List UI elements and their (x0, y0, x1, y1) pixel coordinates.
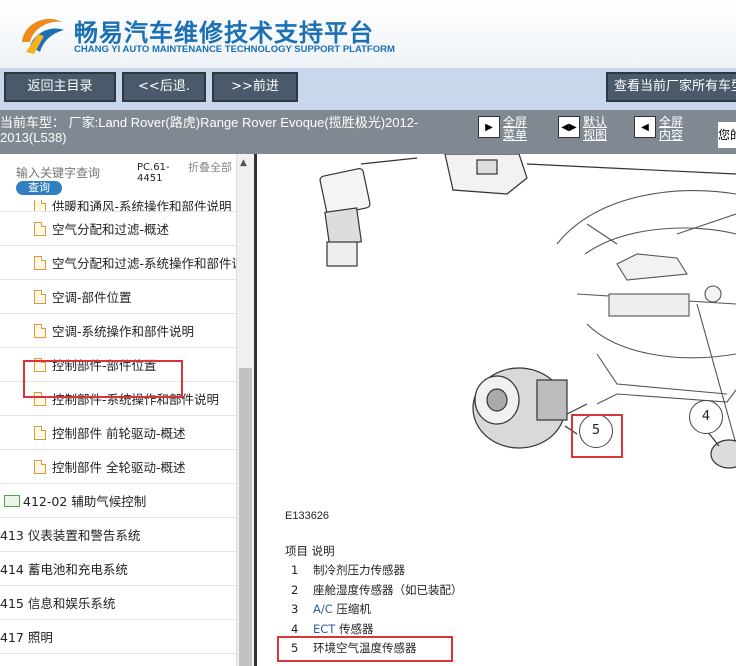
component-location-illustration (319, 154, 736, 469)
forward-button[interactable]: >>前进 (212, 72, 298, 102)
legend-header: 项目 说明 (285, 544, 335, 558)
document-icon (34, 289, 46, 304)
default-view-label: 默认视图 (583, 115, 608, 142)
document-icon (34, 200, 46, 211)
nav-toolbar: 返回主目录 <<后退. >>前进 查看当前厂家所有车型 (0, 68, 736, 110)
tree-item-label: 417 照明 (0, 630, 53, 645)
tree-item[interactable]: 空气分配和过滤-系统操作和部件说明 (0, 246, 236, 280)
tree-item[interactable]: 空气分配和过滤-概述 (0, 212, 236, 246)
tree-item-label: 412-02 辅助气候控制 (23, 494, 147, 509)
compressor-drawing (472, 367, 578, 449)
split-view-icon: ◀▶ (558, 116, 580, 138)
legend-text: 座舱湿度传感器（如已装配） (313, 582, 463, 597)
tree-item[interactable]: 414 蓄电池和充电系统 (0, 552, 236, 586)
tree-item[interactable]: 空调-系统操作和部件说明 (0, 314, 236, 348)
tree-item[interactable]: 415 信息和娱乐系统 (0, 586, 236, 620)
legend-prefix: A/C (313, 602, 333, 616)
callout-4: 4 (689, 400, 723, 434)
document-icon (34, 221, 46, 236)
legend-highlight-box (277, 636, 453, 662)
current-vehicle: 当前车型： 厂家:Land Rover(路虎)Range Rover Evoqu… (0, 115, 419, 145)
expand-right-icon: ▶ (478, 116, 500, 138)
document-icon (34, 323, 46, 338)
collapse-all-button[interactable]: 折叠全部 (188, 162, 234, 173)
folder-icon (4, 494, 20, 507)
figure-id: E133626 (285, 510, 330, 522)
tree-item-label: 414 蓄电池和充电系统 (0, 562, 128, 577)
platform-subtitle: CHANG YI AUTO MAINTENANCE TECHNOLOGY SUP… (74, 44, 395, 55)
tree-item-label: 控制部件 前轮驱动-概述 (52, 426, 186, 441)
tree-item[interactable]: 417 照明 (0, 620, 236, 654)
tree-item[interactable]: 控制部件 前轮驱动-概述 (0, 416, 236, 450)
tree-item[interactable]: 供暖和通风-系统操作和部件说明 (0, 200, 236, 212)
tree-item-label: 415 信息和娱乐系统 (0, 596, 116, 611)
document-icon (34, 459, 46, 474)
humidity-sensor-drawing (444, 154, 736, 195)
sidebar: 查询 PC.61-4451 折叠全部 供暖和通风-系统操作和部件说明空气分配和过… (0, 154, 254, 666)
tree-item-label: 空气分配和过滤-系统操作和部件说明 (52, 256, 236, 271)
search-row: 查询 PC.61-4451 折叠全部 (0, 154, 236, 200)
search-button[interactable]: 查询 (16, 181, 62, 195)
tree-item-label: 空调-系统操作和部件说明 (52, 324, 195, 339)
tree-item[interactable]: 空调-部件位置 (0, 280, 236, 314)
back-button[interactable]: <<后退. (122, 72, 206, 102)
legend-row: 4 ECT 传感器 (291, 621, 373, 637)
legend-number: 4 (291, 621, 299, 636)
pressure-sensor-drawing (319, 157, 418, 267)
default-view-button[interactable]: ◀▶ 默认视图 (558, 116, 613, 142)
legend-number: 1 (291, 563, 299, 577)
legend-row: 3 A/C 压缩机 (291, 601, 371, 617)
legend-text: 压缩机 (332, 602, 371, 616)
legend-row: 2 座舱湿度传感器（如已装配） (291, 582, 463, 598)
app-header: 畅易汽车维修技术支持平台 CHANG YI AUTO MAINTENANCE T… (0, 0, 736, 68)
vehicle-info-bar: 当前车型： 厂家:Land Rover(路虎)Range Rover Evoqu… (0, 110, 736, 154)
tree-item[interactable]: 控制部件 全轮驱动-概述 (0, 450, 236, 484)
legend-row: 1 制冷剂压力传感器 (291, 562, 405, 578)
fullscreen-content-label: 全屏内容 (659, 115, 684, 142)
tree-item-label: 供暖和通风-系统操作和部件说明 (52, 200, 232, 212)
selected-item-highlight (23, 360, 183, 398)
fullscreen-menu-label: 全屏菜单 (503, 115, 528, 142)
search-input[interactable] (16, 166, 134, 180)
document-icon (34, 425, 46, 440)
scroll-thumb[interactable] (239, 368, 252, 666)
tree-item-label: 空气分配和过滤-概述 (52, 222, 170, 237)
pc-code: PC.61-4451 (137, 162, 170, 184)
callout-highlight-box (571, 414, 623, 458)
all-models-button[interactable]: 查看当前厂家所有车型 (606, 72, 736, 102)
scroll-up-icon[interactable]: ▲ (240, 158, 247, 168)
fullscreen-content-button[interactable]: ◀ 全屏内容 (634, 116, 689, 142)
tree-item[interactable]: 413 仪表装置和警告系统 (0, 518, 236, 552)
tree-item-label: 空调-部件位置 (52, 290, 132, 305)
legend-text: 制冷剂压力传感器 (313, 563, 405, 577)
sidebar-scrollbar[interactable]: ▲ (236, 154, 254, 666)
tree-item[interactable]: 412-02 辅助气候控制 (0, 484, 236, 518)
home-button[interactable]: 返回主目录 (4, 72, 116, 102)
legend-text: 传感器 (335, 621, 374, 636)
legend-number: 3 (291, 602, 299, 616)
user-text: 您的 (718, 122, 736, 148)
tree-item-label: 控制部件 全轮驱动-概述 (52, 460, 186, 475)
expand-left-icon: ◀ (634, 116, 656, 138)
legend-number: 2 (291, 582, 299, 597)
fullscreen-menu-button[interactable]: ▶ 全屏菜单 (478, 116, 533, 142)
logo-icon (22, 18, 64, 54)
document-icon (34, 255, 46, 270)
legend-prefix: ECT (313, 621, 336, 636)
platform-title: 畅易汽车维修技术支持平台 (74, 19, 374, 47)
tree-item-label: 413 仪表装置和警告系统 (0, 528, 141, 543)
topic-tree: 供暖和通风-系统操作和部件说明 空气分配和过滤-概述空气分配和过滤-系统操作和部件… (0, 200, 236, 654)
diagram-panel: 5 4 E133626 项目 说明 1 制冷剂压力传感器 2 座舱湿度传感器（如已装配… (257, 154, 736, 666)
